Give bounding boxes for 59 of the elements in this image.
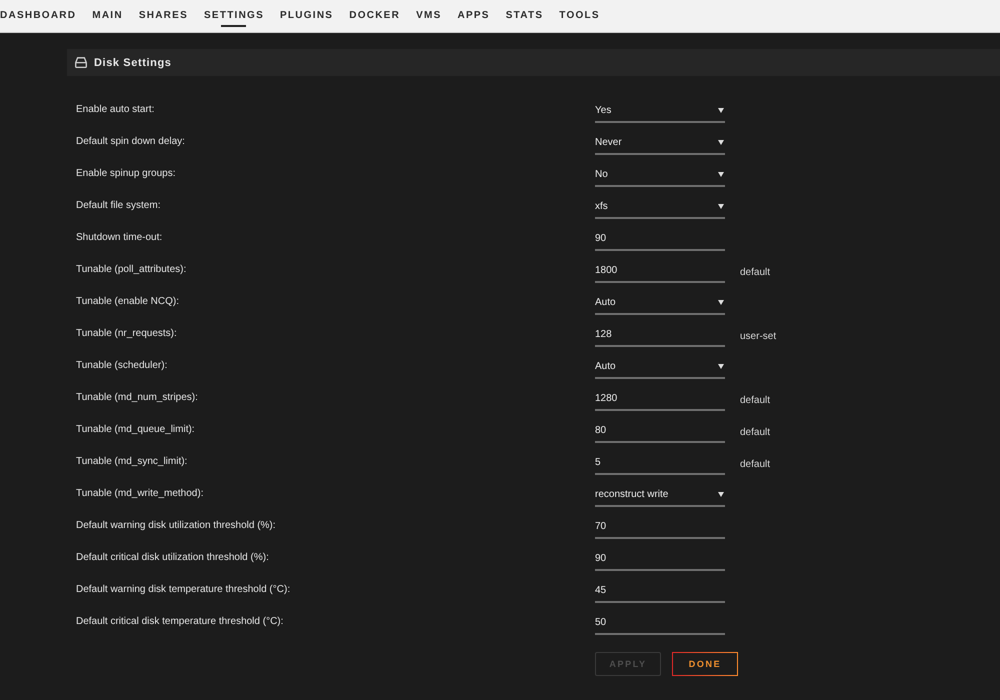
setting-label: Tunable (enable NCQ):	[76, 296, 180, 307]
input-field[interactable]: 128	[595, 324, 725, 346]
hard-drive-icon	[75, 57, 87, 68]
caret-icon	[718, 300, 724, 305]
status-note: default	[740, 266, 770, 278]
nav-tab[interactable]: SETTINGS	[204, 0, 264, 32]
input-field[interactable]: 80	[595, 420, 725, 442]
dropdown[interactable]: xfs	[595, 196, 725, 218]
nav-tab[interactable]: DASHBOARD	[0, 0, 76, 32]
setting-label: Default critical disk utilization threshold (%):	[76, 552, 269, 563]
setting-label: Default spin down delay:	[76, 136, 185, 147]
input-field[interactable]: 1800	[595, 260, 725, 282]
setting-label: Enable auto start:	[76, 104, 154, 115]
setting-label: Shutdown time-out:	[76, 232, 162, 243]
dropdown[interactable]: reconstruct write	[595, 484, 725, 506]
nav-tab[interactable]: PLUGINS	[280, 0, 334, 32]
caret-icon	[718, 364, 724, 369]
setting-label: Default file system:	[76, 200, 160, 211]
nav-tab[interactable]: APPS	[457, 0, 490, 32]
setting-label: Tunable (nr_requests):	[76, 328, 177, 339]
input-field[interactable]: 70	[595, 516, 725, 538]
dropdown[interactable]: Auto	[595, 356, 725, 378]
setting-label: Enable spinup groups:	[76, 168, 176, 179]
nav-tab[interactable]: TOOLS	[559, 0, 600, 32]
nav-tab[interactable]: MAIN	[92, 0, 123, 32]
section-title: Disk Settings	[94, 56, 172, 68]
setting-label: Tunable (md_write_method):	[76, 488, 204, 499]
nav-tab[interactable]: VMS	[416, 0, 442, 32]
status-note: user-set	[740, 330, 776, 342]
setting-label: Tunable (md_queue_limit):	[76, 424, 195, 435]
dropdown[interactable]: No	[595, 164, 725, 186]
dropdown[interactable]: Auto	[595, 292, 725, 314]
setting-label: Tunable (poll_attributes):	[76, 264, 186, 275]
caret-icon	[718, 492, 724, 497]
status-note: default	[740, 426, 770, 438]
nav-tab[interactable]: DOCKER	[349, 0, 400, 32]
status-note: default	[740, 394, 770, 406]
caret-icon	[718, 204, 724, 209]
caret-icon	[718, 172, 724, 177]
input-field[interactable]: 5	[595, 452, 725, 474]
dropdown[interactable]: Never	[595, 132, 725, 154]
dropdown[interactable]: Yes	[595, 100, 725, 122]
setting-label: Tunable (scheduler):	[76, 360, 168, 371]
status-note: default	[740, 458, 770, 470]
nav-tab[interactable]: STATS	[506, 0, 544, 32]
setting-label: Tunable (md_num_stripes):	[76, 392, 198, 403]
input-field[interactable]: 50	[595, 612, 725, 634]
input-field[interactable]: 90	[595, 548, 725, 570]
nav-tab[interactable]: SHARES	[138, 0, 188, 32]
input-field[interactable]: 45	[595, 580, 725, 602]
caret-icon	[718, 140, 724, 145]
input-field[interactable]: 90	[595, 228, 725, 250]
setting-label: Default critical disk temperature threshold (°C):	[76, 616, 284, 627]
setting-label: Default warning disk temperature threshold (°C):	[76, 584, 290, 595]
caret-icon	[718, 108, 724, 113]
input-field[interactable]: 1280	[595, 388, 725, 410]
done-button[interactable]: DONE	[672, 652, 738, 676]
setting-label: Default warning disk utilization threshold (%):	[76, 520, 276, 531]
setting-label: Tunable (md_sync_limit):	[76, 456, 188, 467]
